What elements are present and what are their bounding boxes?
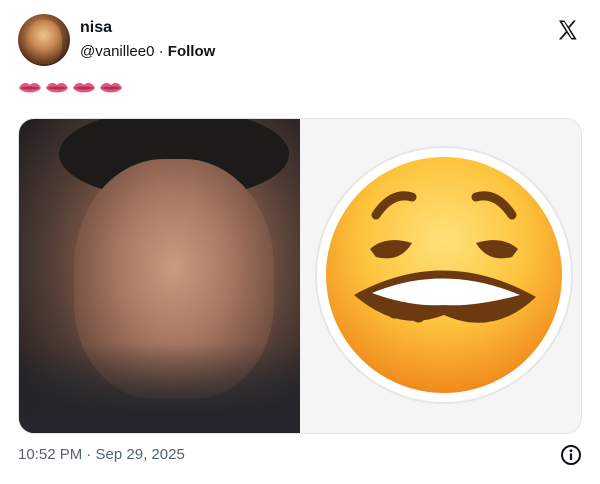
author-info: nisa @vanillee0 · Follow: [80, 18, 215, 62]
follow-button[interactable]: Follow: [168, 43, 216, 60]
tweet-media: [18, 118, 582, 434]
avatar-photo: [26, 20, 62, 64]
handle-line: @vanillee0 · Follow: [80, 42, 215, 62]
tweet-text: 👄👄👄👄: [18, 80, 123, 104]
photo-shadow: [19, 343, 300, 433]
lips-emoji-icon: [100, 83, 122, 93]
timestamp[interactable]: 10:52 PM · Sep 29, 2025: [18, 446, 185, 463]
avatar[interactable]: [18, 14, 70, 66]
info-icon[interactable]: [560, 444, 582, 466]
lip-biting-emoji-icon: [315, 146, 573, 404]
lips-emoji-icon: [46, 83, 68, 93]
media-photo-emoji[interactable]: [302, 119, 581, 433]
media-photo-man[interactable]: [19, 119, 300, 433]
display-name[interactable]: nisa: [80, 18, 215, 38]
separator: ·: [158, 43, 164, 60]
x-logo-icon[interactable]: [556, 18, 580, 42]
lips-emoji-icon: [19, 83, 41, 93]
lips-emoji-icon: [73, 83, 95, 93]
tweet-footer: 10:52 PM · Sep 29, 2025: [18, 444, 582, 466]
tweet-header: nisa @vanillee0 · Follow: [18, 14, 584, 66]
handle[interactable]: @vanillee0: [80, 43, 154, 60]
